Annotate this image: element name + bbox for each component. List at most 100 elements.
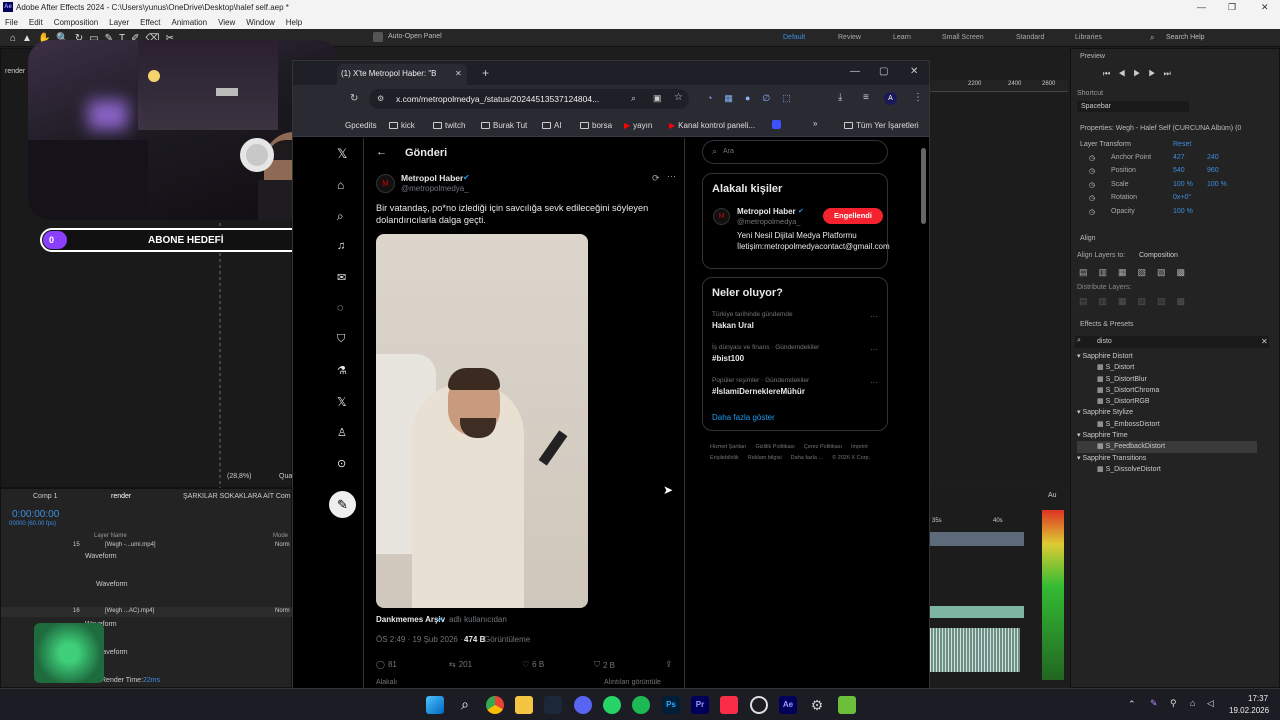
stopwatch-icon[interactable]: ◷	[1089, 181, 1095, 189]
bookmark-kanal[interactable]: ▶ Kanal kontrol paneli...	[669, 121, 755, 130]
steam-icon[interactable]	[544, 696, 562, 714]
trend-more-icon[interactable]: ···	[870, 378, 878, 387]
bookmark-star-icon[interactable]: ☆	[674, 92, 683, 103]
reset-button[interactable]: Reset	[1173, 141, 1191, 148]
reload-icon[interactable]: ↻	[350, 93, 358, 104]
workspace-standard[interactable]: Standard	[1016, 34, 1044, 41]
clock-time[interactable]: 17:37	[1248, 694, 1268, 703]
related-avatar[interactable]: M	[713, 208, 730, 225]
zoom-level[interactable]: (28,8%)	[227, 473, 252, 480]
more-icon[interactable]: ⊙	[337, 457, 351, 471]
related-handle[interactable]: @metropolmedya_	[737, 217, 800, 226]
volume-icon[interactable]: ◁	[1207, 698, 1214, 709]
layer-row[interactable]: 15 [Wegh -...umi.mp4] Norm	[1, 541, 293, 551]
effect-item[interactable]: ▦ S_DistortRGB	[1077, 396, 1277, 407]
author-avatar[interactable]: M	[376, 174, 395, 193]
menu-composition[interactable]: Composition	[54, 18, 98, 27]
auto-open-checkbox[interactable]	[373, 32, 383, 42]
bookmark-kick[interactable]: kick	[389, 121, 415, 130]
bookmark-yayin[interactable]: ▶ yayın	[624, 121, 652, 130]
chevron-right-icon[interactable]: »	[813, 119, 817, 128]
search-help-input[interactable]: Search Help	[1166, 34, 1205, 41]
view-quotes-link[interactable]: Alıntıları görüntüle	[604, 679, 661, 686]
bookmark-borsa[interactable]: borsa	[580, 121, 612, 130]
shortcut-dropdown[interactable]: Spacebar	[1077, 101, 1189, 112]
track-bar[interactable]	[930, 532, 1024, 546]
bookmark-ai[interactable]: AI	[542, 121, 562, 130]
trend-more-icon[interactable]: ···	[870, 312, 878, 321]
footer-link[interactable]: Erişilebilirlik	[710, 453, 739, 464]
show-more-link[interactable]: Daha fazla göster	[712, 413, 775, 422]
playback-controls[interactable]: ⏮◀▶▶⏭	[1103, 69, 1179, 79]
effect-item[interactable]: ▦ S_DistortChroma	[1077, 385, 1277, 396]
menu-effect[interactable]: Effect	[140, 18, 160, 27]
minimize-icon[interactable]: —	[850, 66, 860, 77]
render-tab-label[interactable]: render	[5, 68, 25, 75]
footer-link[interactable]: Gizlilik Politikası	[755, 442, 794, 453]
media-icon[interactable]: ≡	[863, 92, 869, 103]
premium-icon[interactable]: ⚗	[337, 364, 351, 378]
author-handle[interactable]: @metropolmedya_	[401, 184, 469, 193]
workspace-learn[interactable]: Learn	[893, 34, 911, 41]
property-value[interactable]: 100 %	[1173, 181, 1193, 188]
clear-icon[interactable]: ✕	[1261, 337, 1268, 346]
grok-icon[interactable]: ◌	[337, 302, 351, 316]
timecode[interactable]: 0:00:00:00	[12, 509, 59, 520]
footer-link[interactable]: Çerez Politikası	[804, 442, 842, 453]
quality-dropdown[interactable]: Qua	[279, 473, 292, 480]
track-bar[interactable]	[930, 606, 1024, 618]
tray-app-icon[interactable]: ✎	[1150, 698, 1158, 709]
share-icon[interactable]: ⇪	[665, 659, 673, 670]
stopwatch-icon[interactable]: ◷	[1089, 208, 1095, 216]
effect-item-selected[interactable]: ▦ S_FeedbackDistort	[1077, 441, 1257, 453]
workspace-review[interactable]: Review	[838, 34, 861, 41]
x-search-input[interactable]: ⌕ Ara	[702, 140, 888, 164]
maximize-icon[interactable]: ▢	[879, 66, 888, 77]
maximize-icon[interactable]: ❐	[1228, 2, 1236, 13]
messages-icon[interactable]: ✉	[337, 271, 351, 285]
credit-name[interactable]: Dankmemes Arşiv	[376, 615, 445, 624]
extension-icons[interactable]: ◔▦●∅⬚	[707, 93, 803, 104]
menu-window[interactable]: Window	[246, 18, 274, 27]
explore-icon[interactable]: ⌕	[337, 209, 351, 223]
app-icon[interactable]	[838, 696, 856, 714]
new-tab-icon[interactable]: +	[482, 66, 489, 80]
apple-music-icon[interactable]	[720, 696, 738, 714]
menu-file[interactable]: File	[5, 18, 18, 27]
photoshop-icon[interactable]: Ps	[662, 696, 680, 714]
close-icon[interactable]: ✕	[1261, 2, 1269, 13]
effects-search-input[interactable]: ⌕ disto ✕	[1075, 336, 1269, 348]
trend-item[interactable]: Popüler reşimler · Gündemdekiler #İslami…	[712, 377, 882, 396]
site-info-icon[interactable]: ⚙	[377, 94, 384, 103]
align-buttons[interactable]: ▤▥▦▧▨▩	[1079, 267, 1196, 278]
network-icon[interactable]: ⌂	[1190, 698, 1195, 708]
chrome-icon[interactable]	[486, 696, 504, 714]
workspace-small-screen[interactable]: Small Screen	[942, 34, 984, 41]
footer-link[interactable]: Daha fazla ...	[791, 453, 823, 464]
trend-more-icon[interactable]: ···	[870, 345, 878, 354]
url-field[interactable]: ⚙ x.com/metropolmedya_/status/2024451353…	[369, 89, 689, 109]
close-icon[interactable]: ✕	[910, 66, 918, 77]
effect-item[interactable]: ▦ S_DissolveDistort	[1077, 464, 1277, 475]
scrollbar-thumb[interactable]	[921, 148, 926, 224]
obs-icon[interactable]	[750, 696, 768, 714]
clock-date[interactable]: 19.02.2026	[1229, 706, 1269, 715]
like-button[interactable]: ♡ 6 B	[522, 660, 544, 669]
file-explorer-icon[interactable]	[515, 696, 533, 714]
footer-link[interactable]: Imprint	[851, 442, 868, 453]
bookmark-all[interactable]: Tüm Yer İşaretleri	[844, 121, 919, 130]
more-options-icon[interactable]: ···	[667, 171, 676, 181]
tab-render[interactable]: render	[111, 493, 131, 500]
property-value[interactable]: 240	[1207, 154, 1219, 161]
more-menu-icon[interactable]: ⋮	[913, 92, 923, 103]
property-value[interactable]: 0x+0°	[1173, 194, 1191, 201]
premiere-icon[interactable]: Pr	[691, 696, 709, 714]
tab-close-icon[interactable]: ✕	[455, 69, 462, 78]
effect-item[interactable]: ▦ S_EmbossDistort	[1077, 419, 1277, 430]
menu-layer[interactable]: Layer	[109, 18, 129, 27]
author-name[interactable]: Metropol Haber	[401, 173, 463, 183]
home-icon[interactable]: ⌂	[337, 178, 351, 192]
property-value[interactable]: 540	[1173, 167, 1185, 174]
property-value[interactable]: 100 %	[1173, 208, 1193, 215]
menu-view[interactable]: View	[218, 18, 235, 27]
